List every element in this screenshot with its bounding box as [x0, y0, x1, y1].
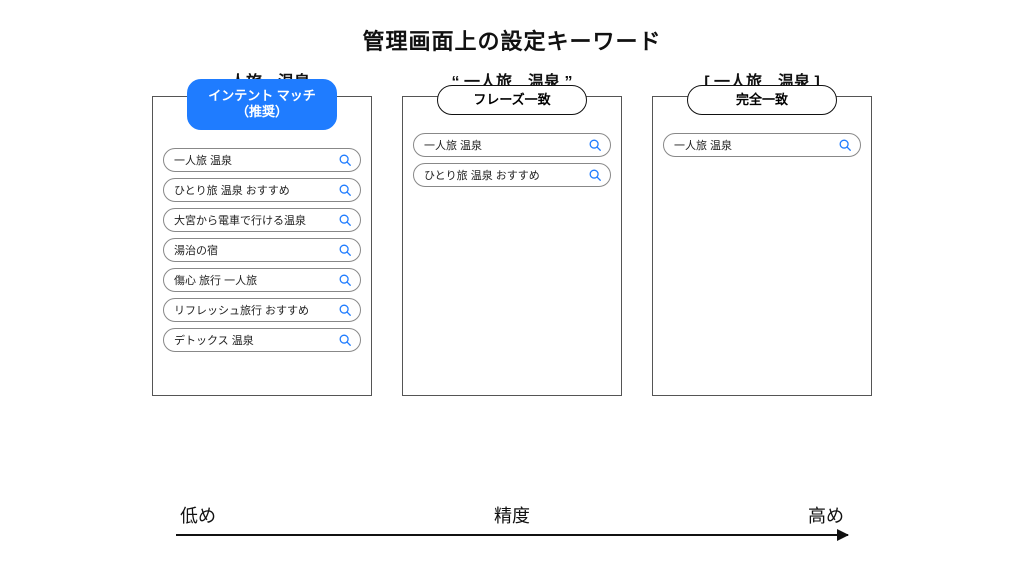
search-icon: [338, 153, 352, 167]
search-item: 湯治の宿: [163, 238, 361, 262]
column-panel: インテント マッチ（推奨） 一人旅 温泉 ひとり旅 温泉 おすすめ 大宮から電車…: [152, 96, 372, 396]
search-item: ひとり旅 温泉 おすすめ: [413, 163, 611, 187]
search-icon: [338, 333, 352, 347]
search-icon: [338, 183, 352, 197]
search-item: ひとり旅 温泉 おすすめ: [163, 178, 361, 202]
search-text: リフレッシュ旅行 おすすめ: [174, 302, 309, 318]
search-text: ひとり旅 温泉 おすすめ: [424, 167, 540, 183]
search-icon: [338, 213, 352, 227]
search-text: 一人旅 温泉: [424, 137, 482, 153]
search-list: 一人旅 温泉 ひとり旅 温泉 おすすめ 大宮から電車で行ける温泉 湯治の宿 傷心…: [163, 148, 361, 352]
search-text: ひとり旅 温泉 おすすめ: [174, 182, 290, 198]
column-exact-match: [ 一人旅 温泉 ] 完全一致 一人旅 温泉: [652, 68, 872, 396]
search-text: 湯治の宿: [174, 242, 218, 258]
search-text: 大宮から電車で行ける温泉: [174, 212, 306, 228]
precision-axis: 低め 高め 精度: [176, 502, 848, 536]
search-text: デトックス 温泉: [174, 332, 254, 348]
search-icon: [338, 273, 352, 287]
axis-arrow: [176, 534, 848, 536]
page-title: 管理画面上の設定キーワード: [40, 24, 984, 56]
search-icon: [338, 243, 352, 257]
column-panel: フレーズ一致 一人旅 温泉 ひとり旅 温泉 おすすめ: [402, 96, 622, 396]
match-type-label: 完全一致: [687, 85, 837, 115]
search-item: リフレッシュ旅行 おすすめ: [163, 298, 361, 322]
search-item: 一人旅 温泉: [413, 133, 611, 157]
search-item: 大宮から電車で行ける温泉: [163, 208, 361, 232]
search-item: 一人旅 温泉: [663, 133, 861, 157]
search-icon: [588, 168, 602, 182]
search-text: 傷心 旅行 一人旅: [174, 272, 257, 288]
match-type-label: フレーズ一致: [437, 85, 587, 115]
search-text: 一人旅 温泉: [174, 152, 232, 168]
search-list: 一人旅 温泉 ひとり旅 温泉 おすすめ: [413, 133, 611, 187]
search-item: デトックス 温泉: [163, 328, 361, 352]
search-item: 一人旅 温泉: [163, 148, 361, 172]
search-text: 一人旅 温泉: [674, 137, 732, 153]
columns-container: 一人旅 温泉 インテント マッチ（推奨） 一人旅 温泉 ひとり旅 温泉 おすすめ…: [40, 68, 984, 396]
column-phrase-match: “ 一人旅 温泉 ” フレーズ一致 一人旅 温泉 ひとり旅 温泉 おすすめ: [402, 68, 622, 396]
search-icon: [838, 138, 852, 152]
column-intent-match: 一人旅 温泉 インテント マッチ（推奨） 一人旅 温泉 ひとり旅 温泉 おすすめ…: [152, 68, 372, 396]
search-icon: [338, 303, 352, 317]
axis-label-center: 精度: [176, 502, 848, 528]
search-list: 一人旅 温泉: [663, 133, 861, 157]
match-type-label: インテント マッチ（推奨）: [187, 79, 337, 130]
search-icon: [588, 138, 602, 152]
column-panel: 完全一致 一人旅 温泉: [652, 96, 872, 396]
search-item: 傷心 旅行 一人旅: [163, 268, 361, 292]
